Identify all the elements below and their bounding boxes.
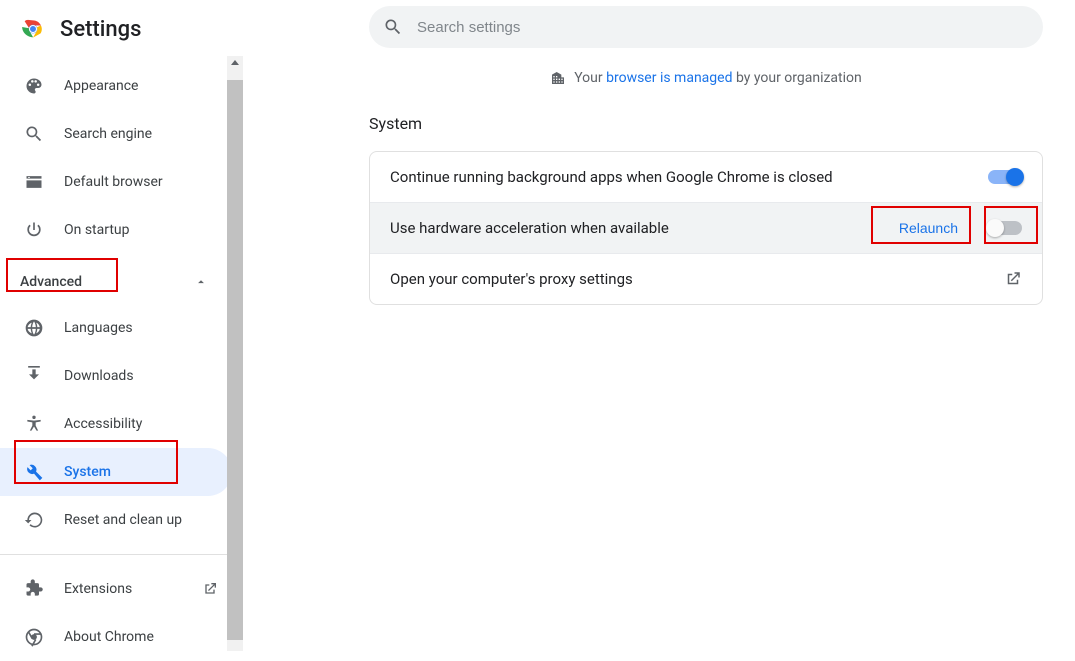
globe-icon bbox=[24, 318, 44, 338]
sidebar-item-label: Accessibility bbox=[64, 416, 142, 432]
setting-row-hw-accel: Use hardware acceleration when available… bbox=[370, 202, 1042, 253]
setting-label: Open your computer's proxy settings bbox=[390, 270, 1004, 288]
setting-row-bg-apps: Continue running background apps when Go… bbox=[370, 152, 1042, 202]
open-external-icon bbox=[202, 581, 218, 597]
download-icon bbox=[24, 366, 44, 386]
app-header: Settings bbox=[0, 0, 243, 58]
sidebar-item-label: Downloads bbox=[64, 368, 134, 384]
sidebar-item-label: Appearance bbox=[64, 78, 138, 94]
sidebar-item-languages[interactable]: Languages bbox=[0, 304, 232, 352]
sidebar-item-accessibility[interactable]: Accessibility bbox=[0, 400, 232, 448]
restore-icon bbox=[24, 510, 44, 530]
sidebar-item-label: On startup bbox=[64, 222, 130, 238]
sidebar-item-downloads[interactable]: Downloads bbox=[0, 352, 232, 400]
sidebar-item-label: About Chrome bbox=[64, 629, 154, 645]
browser-icon bbox=[24, 172, 44, 192]
sidebar-item-label: Reset and clean up bbox=[64, 512, 182, 528]
sidebar-item-on-startup[interactable]: On startup bbox=[0, 206, 232, 254]
advanced-label: Advanced bbox=[20, 274, 82, 290]
sidebar-item-system[interactable]: System bbox=[0, 448, 232, 496]
sidebar-item-appearance[interactable]: Appearance bbox=[0, 62, 232, 110]
search-box[interactable] bbox=[369, 6, 1043, 48]
section-title: System bbox=[369, 114, 1043, 133]
chrome-logo-icon bbox=[20, 16, 46, 42]
sidebar-item-label: Default browser bbox=[64, 174, 163, 190]
scrollbar-thumb[interactable] bbox=[227, 80, 243, 640]
sidebar-item-search-engine[interactable]: Search engine bbox=[0, 110, 232, 158]
search-icon bbox=[383, 17, 403, 37]
chevron-up-icon bbox=[194, 275, 208, 289]
sidebar-item-label: System bbox=[64, 464, 111, 480]
open-external-icon bbox=[1004, 270, 1022, 288]
system-card: Continue running background apps when Go… bbox=[369, 151, 1043, 305]
advanced-toggle[interactable]: Advanced bbox=[0, 260, 232, 304]
toggle-bg-apps[interactable] bbox=[988, 170, 1022, 184]
divider bbox=[0, 554, 232, 555]
extensions-icon bbox=[24, 579, 44, 599]
scroll-up-icon bbox=[231, 60, 239, 65]
sidebar-item-default-browser[interactable]: Default browser bbox=[0, 158, 232, 206]
accessibility-icon bbox=[24, 414, 44, 434]
relaunch-button[interactable]: Relaunch bbox=[899, 220, 958, 236]
sidebar-item-reset[interactable]: Reset and clean up bbox=[0, 496, 232, 544]
wrench-icon bbox=[24, 462, 44, 482]
scrollbar[interactable] bbox=[227, 56, 243, 651]
sidebar-item-label: Extensions bbox=[64, 581, 132, 597]
sidebar-item-about[interactable]: About Chrome bbox=[0, 613, 232, 661]
search-icon bbox=[24, 124, 44, 144]
chrome-icon bbox=[24, 627, 44, 647]
setting-row-proxy[interactable]: Open your computer's proxy settings bbox=[370, 253, 1042, 304]
search-input[interactable] bbox=[417, 19, 1043, 36]
nav: Appearance Search engine Default browser… bbox=[0, 58, 232, 661]
toggle-hw-accel[interactable] bbox=[988, 221, 1022, 235]
managed-text: Your browser is managed by your organiza… bbox=[574, 70, 862, 86]
power-icon bbox=[24, 220, 44, 240]
sidebar-item-extensions[interactable]: Extensions bbox=[0, 565, 232, 613]
sidebar-item-label: Search engine bbox=[64, 126, 152, 142]
sidebar: Settings Appearance Search engine De bbox=[0, 0, 243, 651]
app-title: Settings bbox=[60, 17, 141, 42]
setting-label: Continue running background apps when Go… bbox=[390, 168, 988, 186]
managed-banner: Your browser is managed by your organiza… bbox=[369, 70, 1043, 86]
managed-link[interactable]: browser is managed bbox=[606, 70, 732, 86]
sidebar-item-label: Languages bbox=[64, 320, 133, 336]
palette-icon bbox=[24, 76, 44, 96]
main-content: Your browser is managed by your organiza… bbox=[243, 0, 1075, 651]
building-icon bbox=[550, 70, 566, 86]
setting-label: Use hardware acceleration when available bbox=[390, 219, 899, 237]
